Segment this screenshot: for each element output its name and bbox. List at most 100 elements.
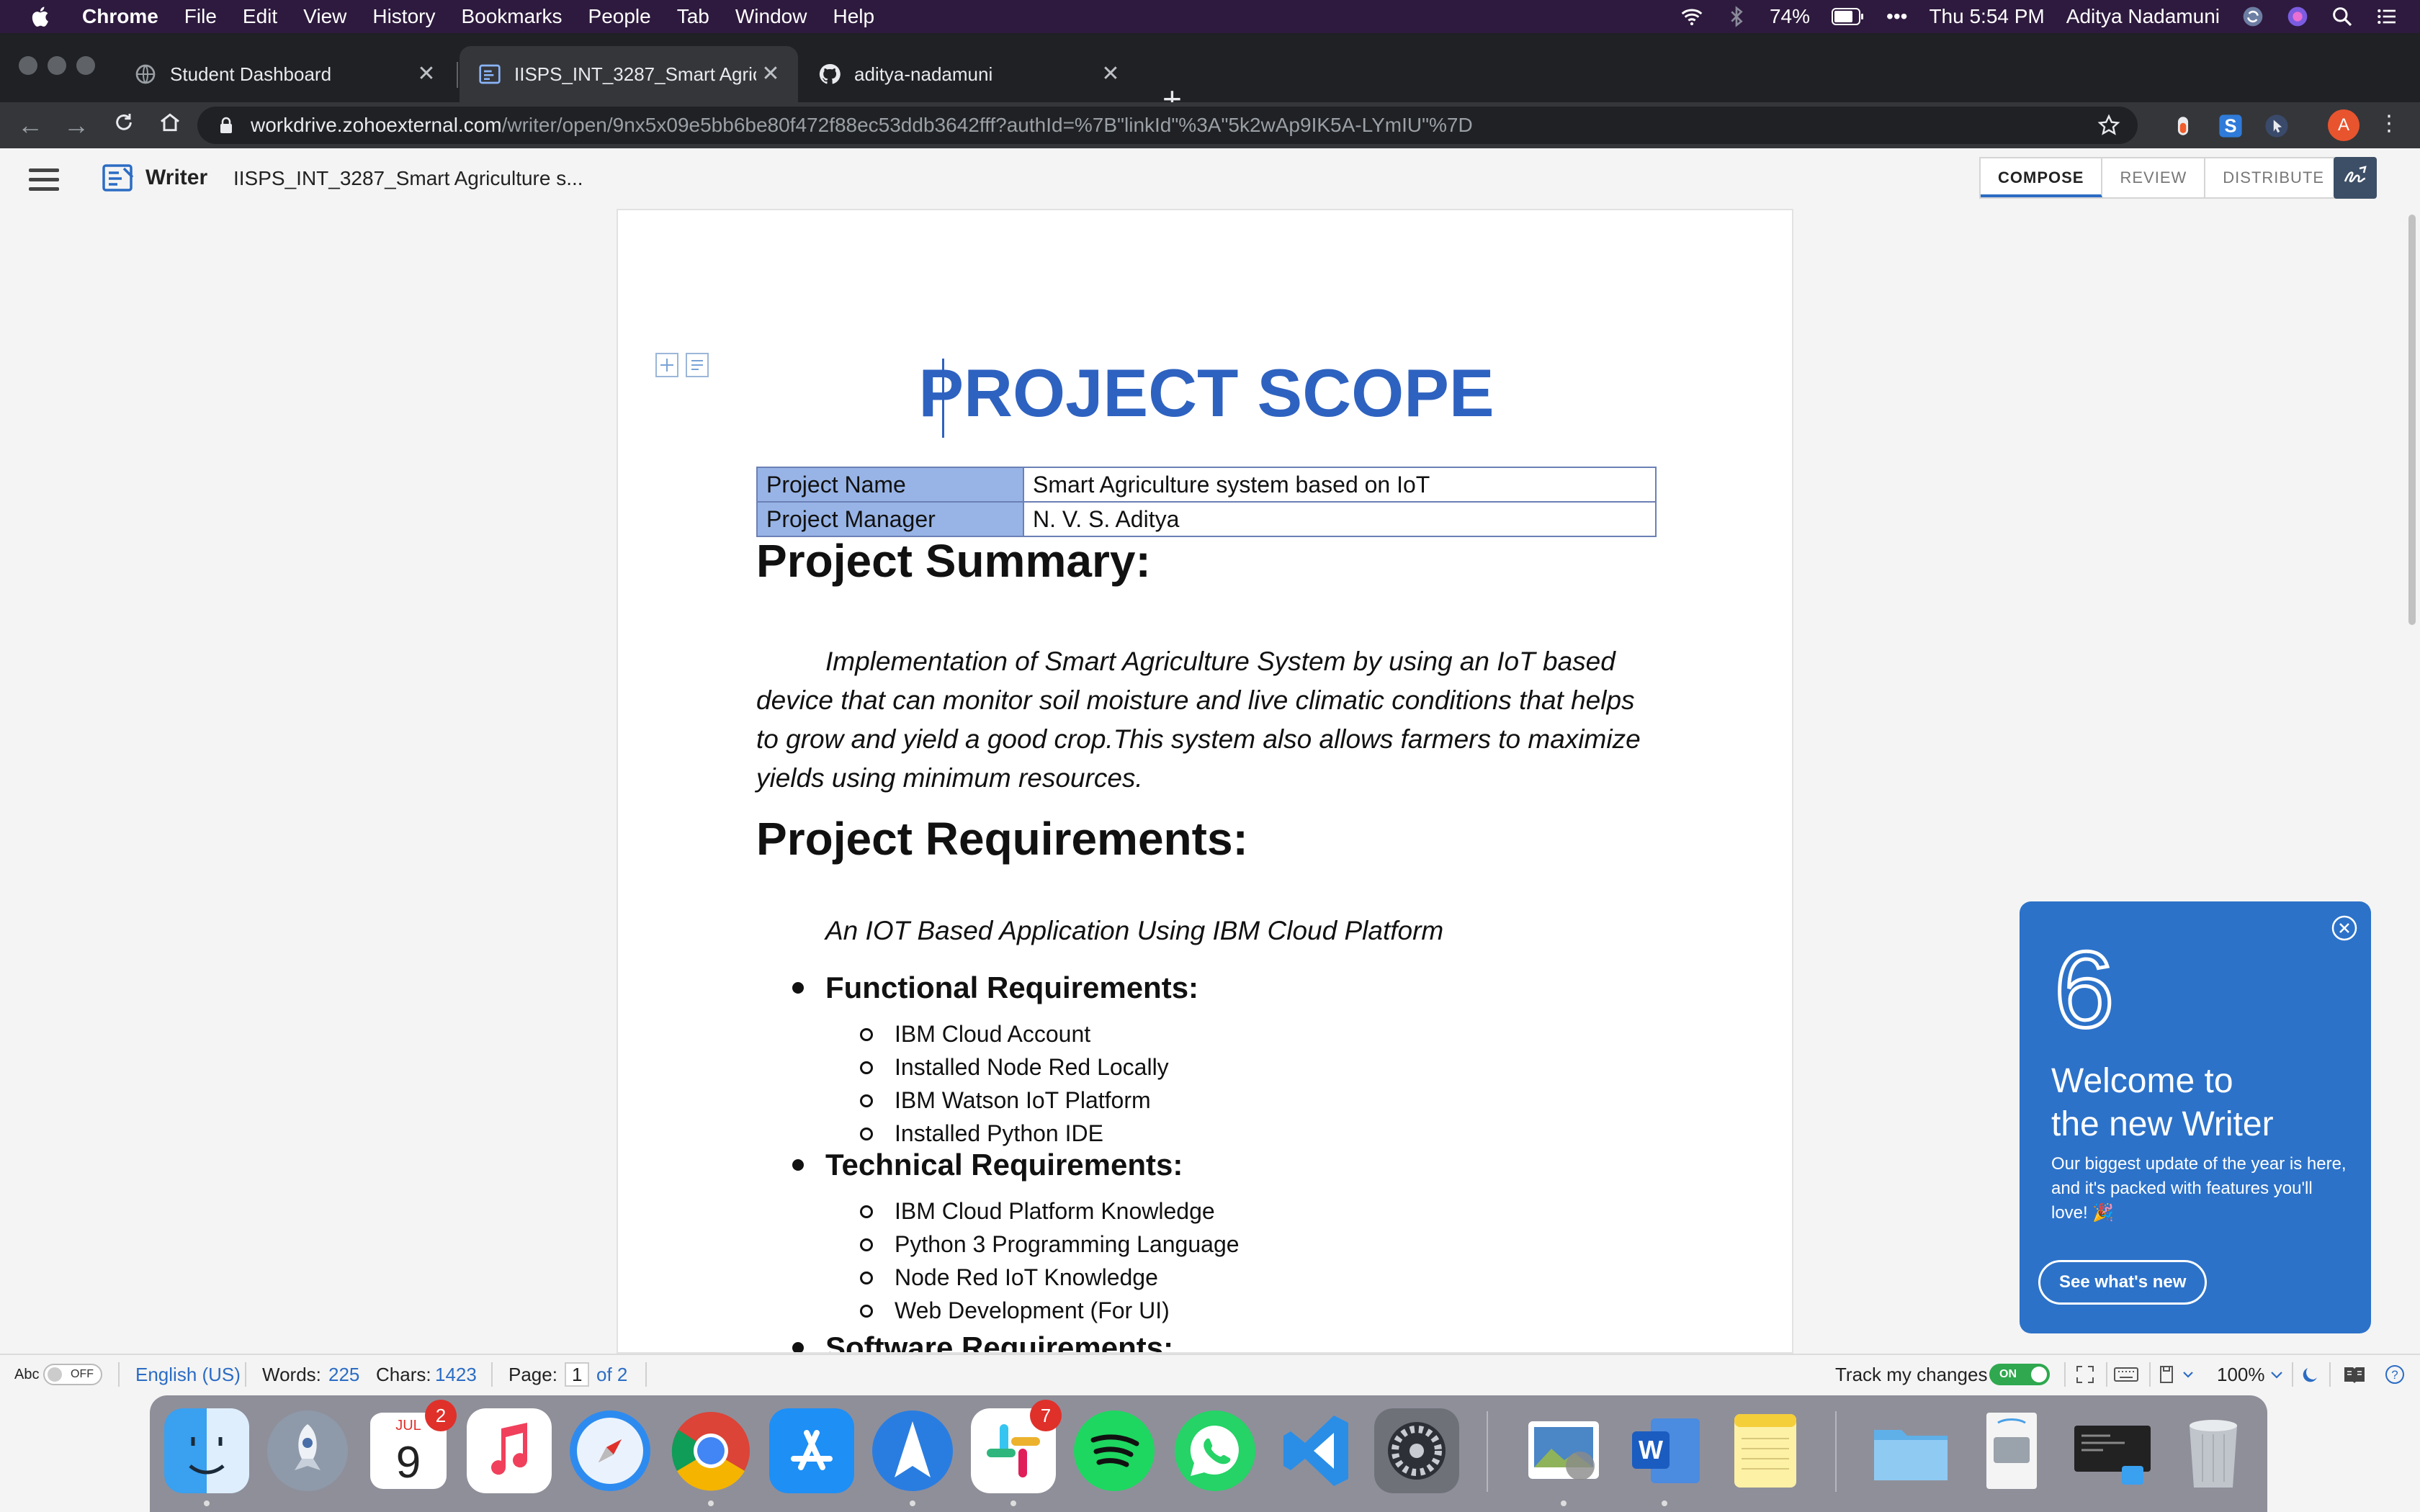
app-store-icon[interactable] xyxy=(769,1408,854,1493)
lock-icon[interactable] xyxy=(219,117,233,134)
siri-icon[interactable] xyxy=(2286,5,2309,28)
vscode-icon[interactable] xyxy=(1273,1408,1358,1493)
wifi-icon[interactable] xyxy=(1680,5,1703,28)
table-value-cell[interactable]: N. V. S. Aditya xyxy=(1023,501,1657,537)
clock[interactable]: Thu 5:54 PM xyxy=(1929,5,2044,28)
list-item[interactable]: IBM Watson IoT Platform xyxy=(860,1087,1151,1114)
table-value-cell[interactable]: Smart Agriculture system based on IoT xyxy=(1023,467,1657,503)
tab-github[interactable]: aditya-nadamuni ✕ xyxy=(799,46,1138,102)
char-count[interactable]: 1423 xyxy=(435,1355,477,1394)
profile-avatar[interactable]: A xyxy=(2328,109,2360,141)
address-bar[interactable]: workdrive.zohoexternal.com/writer/open/9… xyxy=(197,107,2138,144)
home-button[interactable] xyxy=(154,109,186,141)
list-item[interactable]: Installed Python IDE xyxy=(860,1120,1103,1147)
user-name[interactable]: Aditya Nadamuni xyxy=(2066,5,2220,28)
back-button[interactable]: ← xyxy=(14,109,46,141)
disk-utility-icon[interactable] xyxy=(1969,1408,2054,1493)
system-preferences-icon[interactable] xyxy=(1374,1408,1459,1493)
notes-icon[interactable] xyxy=(1723,1408,1808,1493)
language-selector[interactable]: English (US) xyxy=(135,1355,241,1394)
more-dots-icon[interactable]: ••• xyxy=(1886,5,1907,28)
list-item[interactable]: Web Development (For UI) xyxy=(860,1297,1170,1324)
reading-mode-icon[interactable] xyxy=(2342,1364,2367,1385)
tab-review[interactable]: REVIEW xyxy=(2102,158,2206,197)
document-title[interactable]: IISPS_INT_3287_Smart Agriculture s... xyxy=(233,167,583,190)
window-zoom-button[interactable] xyxy=(76,56,95,75)
terminal-window-icon[interactable] xyxy=(2070,1408,2155,1493)
sync-icon[interactable] xyxy=(2241,5,2264,28)
whatsapp-icon[interactable] xyxy=(1173,1408,1258,1493)
list-item[interactable]: Node Red IoT Knowledge xyxy=(860,1264,1158,1291)
page-number-input[interactable]: 1 xyxy=(565,1362,590,1387)
preview-icon[interactable] xyxy=(1521,1408,1606,1493)
chrome-icon[interactable] xyxy=(668,1408,753,1493)
finder-icon[interactable] xyxy=(164,1408,249,1493)
table-key-cell[interactable]: Project Manager xyxy=(756,501,1024,537)
window-close-button[interactable] xyxy=(19,56,37,75)
folder-icon[interactable] xyxy=(1868,1408,1953,1493)
see-whats-new-button[interactable]: See what's new xyxy=(2038,1260,2208,1305)
sign-button[interactable] xyxy=(2334,157,2377,199)
track-changes-toggle[interactable]: ON xyxy=(1989,1364,2050,1385)
search-icon[interactable] xyxy=(2331,5,2354,28)
tab-student-dashboard[interactable]: Student Dashboard ✕ xyxy=(115,46,454,102)
menu-view[interactable]: View xyxy=(303,5,346,28)
battery-icon[interactable] xyxy=(1832,6,1865,27)
music-icon[interactable] xyxy=(467,1408,552,1493)
tab-close-icon[interactable]: ✕ xyxy=(756,60,785,89)
page-layout-icon[interactable] xyxy=(2158,1364,2198,1385)
list-item[interactable]: IBM Cloud Platform Knowledge xyxy=(860,1198,1215,1225)
spellcheck-toggle[interactable]: OFF xyxy=(43,1364,102,1385)
zoom-chevron-down-icon[interactable] xyxy=(2269,1364,2285,1385)
project-info-table[interactable]: Project Name Smart Agriculture system ba… xyxy=(756,467,1657,537)
forward-button[interactable]: → xyxy=(60,109,92,141)
menu-file[interactable]: File xyxy=(184,5,217,28)
migration-navigation-icon[interactable] xyxy=(870,1408,955,1493)
menu-edit[interactable]: Edit xyxy=(243,5,277,28)
hamburger-menu-icon[interactable] xyxy=(29,168,59,192)
bluetooth-icon[interactable] xyxy=(1725,5,1748,28)
summary-heading[interactable]: Project Summary: xyxy=(756,534,1151,588)
scrollbar-thumb[interactable] xyxy=(2408,215,2416,625)
tab-compose[interactable]: COMPOSE xyxy=(1981,158,2103,197)
menu-history[interactable]: History xyxy=(372,5,435,28)
night-mode-icon[interactable] xyxy=(2299,1364,2321,1385)
word-icon[interactable]: W xyxy=(1622,1408,1707,1493)
extension-cursor-icon[interactable] xyxy=(2264,114,2289,138)
software-heading[interactable]: Software Requirements: xyxy=(792,1331,1173,1352)
list-item[interactable]: IBM Cloud Account xyxy=(860,1021,1090,1048)
document-page[interactable]: PROJECT SCOPE Project Name Smart Agricul… xyxy=(617,209,1793,1354)
table-key-cell[interactable]: Project Name xyxy=(756,467,1024,503)
menu-bookmarks[interactable]: Bookmarks xyxy=(461,5,562,28)
menu-window[interactable]: Window xyxy=(735,5,807,28)
tab-distribute[interactable]: DISTRIBUTE xyxy=(2205,158,2341,197)
keyboard-icon[interactable] xyxy=(2113,1364,2139,1385)
summary-paragraph[interactable]: Implementation of Smart Agriculture Syst… xyxy=(756,642,1642,798)
tab-writer-document[interactable]: IISPS_INT_3287_Smart Agriculture ✕ xyxy=(460,46,798,102)
menu-tab[interactable]: Tab xyxy=(677,5,709,28)
reload-button[interactable] xyxy=(108,109,140,141)
chrome-menu-icon[interactable]: ⋮ xyxy=(2378,109,2400,141)
extension-orange-icon[interactable] xyxy=(2171,114,2195,138)
apple-icon[interactable] xyxy=(29,4,53,29)
menu-app-name[interactable]: Chrome xyxy=(82,5,158,28)
functional-heading[interactable]: Functional Requirements: xyxy=(792,971,1198,1005)
tab-close-icon[interactable]: ✕ xyxy=(1096,60,1125,89)
page-scrollbar[interactable] xyxy=(2404,209,2420,1354)
requirements-heading[interactable]: Project Requirements: xyxy=(756,812,1248,865)
spotify-icon[interactable] xyxy=(1072,1408,1157,1493)
list-item[interactable]: Python 3 Programming Language xyxy=(860,1231,1240,1258)
zoom-level[interactable]: 100% xyxy=(2217,1355,2265,1394)
menu-help[interactable]: Help xyxy=(833,5,874,28)
requirements-subtitle[interactable]: An IOT Based Application Using IBM Cloud… xyxy=(825,916,1443,946)
safari-icon[interactable] xyxy=(568,1408,653,1493)
menu-people[interactable]: People xyxy=(588,5,651,28)
window-minimize-button[interactable] xyxy=(48,56,66,75)
notification-center-icon[interactable] xyxy=(2375,5,2398,28)
document-heading[interactable]: PROJECT SCOPE xyxy=(618,354,1792,432)
launchpad-icon[interactable] xyxy=(265,1408,350,1493)
tab-close-icon[interactable]: ✕ xyxy=(412,60,441,89)
trash-icon[interactable] xyxy=(2171,1408,2256,1493)
extension-s-icon[interactable]: S xyxy=(2218,114,2243,138)
bookmark-star-icon[interactable] xyxy=(2097,114,2120,137)
